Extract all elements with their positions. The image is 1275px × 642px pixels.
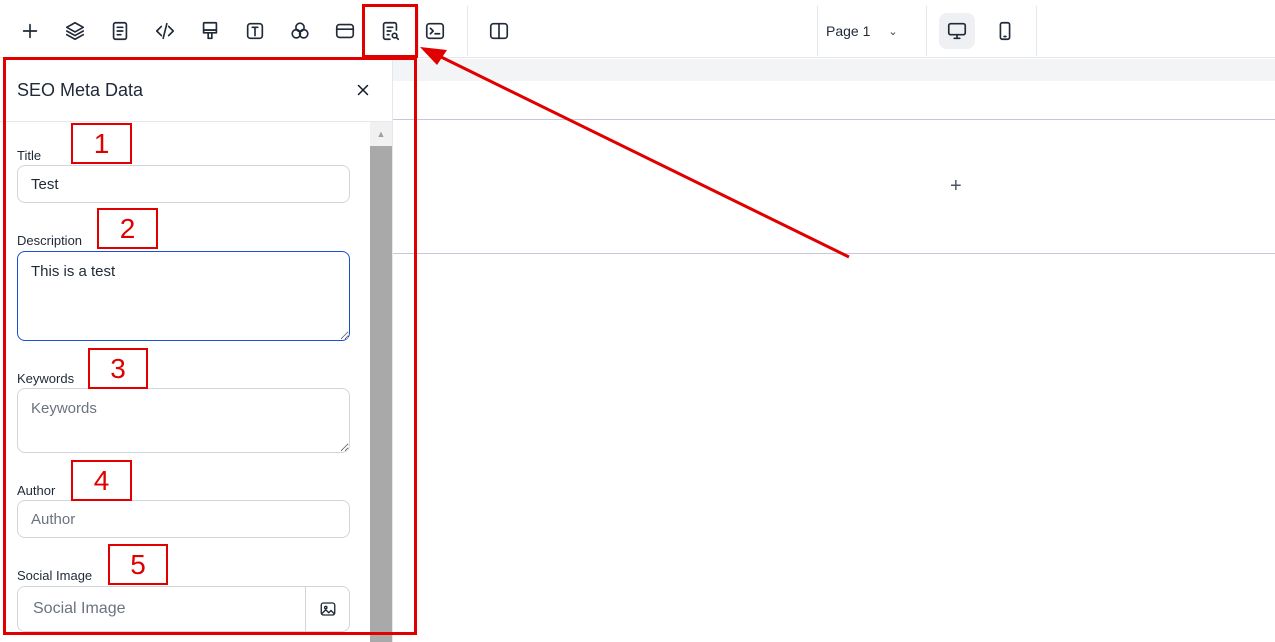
annotation-number-3: 3	[88, 348, 148, 389]
desktop-icon	[947, 22, 967, 40]
top-toolbar: Page 1 ⌄	[0, 0, 1275, 58]
colors-button[interactable]	[282, 13, 318, 49]
page-select-value: Page 1	[826, 23, 871, 39]
console-button[interactable]	[417, 13, 453, 49]
chevron-down-icon: ⌄	[888, 25, 898, 38]
pages-button[interactable]	[102, 13, 138, 49]
annotation-number-5: 5	[108, 544, 168, 585]
annotation-number-1: 1	[71, 123, 132, 164]
layers-button[interactable]	[57, 13, 93, 49]
mobile-view-button[interactable]	[987, 13, 1023, 49]
text-icon	[246, 22, 264, 40]
layout-button[interactable]	[327, 13, 363, 49]
canvas-top-band	[393, 59, 1275, 81]
plus-icon	[22, 23, 38, 39]
mobile-icon	[999, 21, 1011, 41]
canvas-section-top-line	[393, 119, 1275, 120]
add-element-button[interactable]	[12, 13, 48, 49]
panel-highlight-box	[3, 57, 417, 635]
annotation-number-2: 2	[97, 208, 158, 249]
code-icon	[155, 22, 175, 40]
layout-icon	[335, 23, 355, 39]
split-view-icon	[489, 22, 509, 40]
canvas-add-section-button[interactable]: +	[950, 176, 962, 196]
canvas-section-bottom-line	[393, 253, 1275, 254]
paint-brush-icon	[202, 21, 218, 40]
terminal-icon	[425, 22, 445, 40]
annotation-arrow-line	[434, 52, 850, 259]
split-view-button[interactable]	[481, 13, 517, 49]
code-button[interactable]	[147, 13, 183, 49]
seo-button-highlight-box	[362, 4, 418, 58]
typography-button[interactable]	[237, 13, 273, 49]
desktop-view-button[interactable]	[939, 13, 975, 49]
page-select[interactable]: Page 1 ⌄	[826, 13, 916, 49]
color-circles-icon	[291, 22, 309, 39]
style-button[interactable]	[192, 13, 228, 49]
annotation-number-4: 4	[71, 460, 132, 501]
layers-icon	[65, 21, 85, 41]
page-icon	[112, 21, 128, 41]
